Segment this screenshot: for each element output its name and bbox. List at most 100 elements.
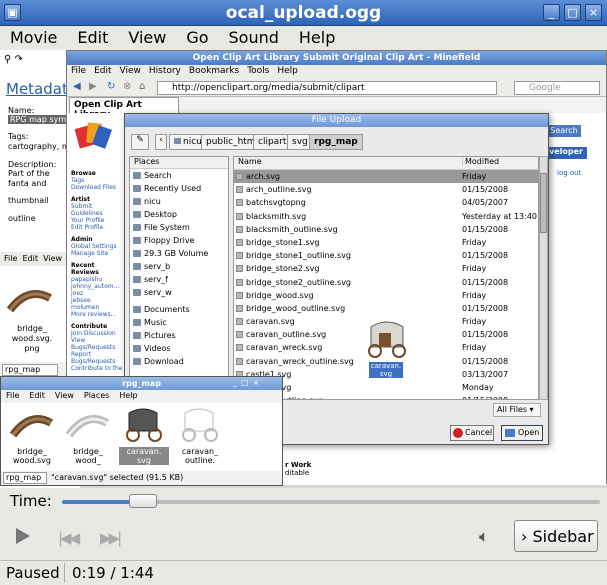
- browser-menu-history[interactable]: History: [145, 65, 185, 77]
- browser-menu-view[interactable]: View: [116, 65, 145, 77]
- menu-edit[interactable]: Edit: [67, 26, 118, 47]
- menu-go[interactable]: Go: [176, 26, 218, 47]
- close-button[interactable]: ×: [585, 4, 602, 21]
- nav-link[interactable]: Contribute to the: [71, 365, 123, 372]
- reload-icon[interactable]: ↻: [107, 81, 115, 92]
- back-arrow-icon[interactable]: ◀: [73, 81, 81, 92]
- file-row[interactable]: blacksmith_outline.svg 01/15/2008: [234, 223, 538, 236]
- nav-link[interactable]: Submit: [71, 203, 123, 210]
- play-icon[interactable]: [16, 528, 30, 544]
- browser-tab[interactable]: Open Clip Art Library ...: [69, 97, 179, 120]
- volume-icon[interactable]: 🔈︎: [479, 527, 489, 547]
- place-item[interactable]: Videos: [130, 342, 228, 355]
- nav-link[interactable]: Download Files: [71, 184, 123, 191]
- nav-link[interactable]: Edit Profile: [71, 224, 123, 231]
- file-row[interactable]: bridge_stone1.svg Friday: [234, 236, 538, 249]
- menu-sound[interactable]: Sound: [219, 26, 289, 47]
- stop-icon[interactable]: ⊗: [123, 81, 131, 92]
- browser-menu-help[interactable]: Help: [273, 65, 302, 77]
- nav-link[interactable]: Your Profile: [71, 217, 123, 224]
- file-icon-caravan-outline[interactable]: caravan_ outline.: [175, 407, 225, 465]
- crumb-clipart[interactable]: clipart: [253, 134, 292, 150]
- nav-link[interactable]: View Bugs/Requests: [71, 337, 123, 351]
- nav-link[interactable]: johnny_autom...: [71, 283, 123, 290]
- fm-menu-help[interactable]: Help: [114, 390, 142, 401]
- file-row[interactable]: batchsvgtopng 04/05/2007: [234, 196, 538, 209]
- bridge-thumbnail-icon[interactable]: [6, 280, 54, 320]
- nav-link[interactable]: Join Discussion: [71, 330, 123, 337]
- window-controls-icon[interactable]: _□×: [233, 378, 263, 387]
- file-row[interactable]: bridge_stone2.svg Friday: [234, 262, 538, 275]
- crumb-left-arrow-icon[interactable]: ‹: [155, 134, 167, 150]
- menu-view[interactable]: View: [118, 26, 176, 47]
- home-icon[interactable]: ⌂: [139, 81, 145, 92]
- sidebar-toggle-button[interactable]: › Sidebar: [514, 520, 598, 552]
- place-item[interactable]: Documents: [130, 303, 228, 316]
- bridge-thumbnail-label[interactable]: bridge_ wood.svg. png: [4, 324, 60, 354]
- file-row[interactable]: bridge_stone2_outline.svg 01/15/2008: [234, 276, 538, 289]
- nav-link[interactable]: Report Bugs/Requests: [71, 351, 123, 365]
- crumb-rpg-map[interactable]: rpg_map: [309, 134, 363, 150]
- place-item[interactable]: serv_f: [130, 273, 228, 286]
- nav-link[interactable]: Manage Site: [71, 250, 123, 257]
- place-item[interactable]: Download: [130, 355, 228, 368]
- place-item[interactable]: 29.3 GB Volume: [130, 247, 228, 260]
- fm-menu-edit[interactable]: Edit: [24, 390, 50, 401]
- cancel-button[interactable]: Cancel: [450, 425, 494, 441]
- name-field[interactable]: RPG map symbo: [8, 115, 68, 124]
- file-row[interactable]: arch_outline.svg 01/15/2008: [234, 183, 538, 196]
- nav-link[interactable]: papapishu: [71, 276, 123, 283]
- fm-menu-file[interactable]: File: [1, 390, 24, 401]
- nav-link[interactable]: molumen: [71, 304, 123, 311]
- file-filter-select[interactable]: All Files ▾: [493, 403, 541, 417]
- browser-menu-edit[interactable]: Edit: [90, 65, 115, 77]
- browser-menu-bookmarks[interactable]: Bookmarks: [185, 65, 243, 77]
- nav-link[interactable]: Tags: [71, 177, 123, 184]
- place-item[interactable]: Music: [130, 316, 228, 329]
- scrollbar-thumb[interactable]: [540, 173, 547, 233]
- place-item[interactable]: Floppy Drive: [130, 234, 228, 247]
- file-icon-bridge[interactable]: bridge_ wood.svg: [7, 407, 57, 465]
- place-item[interactable]: Desktop: [130, 208, 228, 221]
- browser-search-input[interactable]: Google: [514, 81, 600, 95]
- seek-slider-handle[interactable]: [128, 494, 157, 508]
- place-item[interactable]: Search: [130, 169, 228, 182]
- previous-icon[interactable]: |◀◀: [58, 529, 80, 547]
- nav-link[interactable]: Global Settings: [71, 243, 123, 250]
- fm-menu-places[interactable]: Places: [79, 390, 114, 401]
- column-modified[interactable]: Modified: [462, 157, 499, 166]
- place-item[interactable]: Recently Used: [130, 182, 228, 195]
- place-item[interactable]: File System: [130, 221, 228, 234]
- place-item[interactable]: Pictures: [130, 329, 228, 342]
- nav-link[interactable]: More reviews...: [71, 311, 123, 318]
- file-row[interactable]: bridge_wood_outline.svg 01/15/2008: [234, 302, 538, 315]
- maximize-button[interactable]: □: [564, 4, 581, 21]
- file-row[interactable]: bridge_wood.svg Friday: [234, 289, 538, 302]
- menu-help[interactable]: Help: [289, 26, 345, 47]
- nav-link[interactable]: joez: [71, 290, 123, 297]
- place-item[interactable]: serv_w: [130, 286, 228, 299]
- next-icon[interactable]: ▶▶|: [100, 529, 122, 547]
- file-icon-bridge-outline[interactable]: bridge_ wood_: [63, 407, 113, 465]
- place-item[interactable]: serv_b: [130, 260, 228, 273]
- file-row[interactable]: blacksmith.svg Yesterday at 13:40: [234, 210, 538, 223]
- fm-menu-view[interactable]: View: [50, 390, 79, 401]
- nav-link[interactable]: Guidelines: [71, 210, 123, 217]
- browser-menu-tools[interactable]: Tools: [243, 65, 273, 77]
- place-item[interactable]: nicu: [130, 195, 228, 208]
- column-name[interactable]: Name: [238, 157, 262, 166]
- drag-caravan-icon[interactable]: caravan. svg: [365, 319, 415, 381]
- open-button[interactable]: Open: [501, 425, 543, 441]
- nav-link[interactable]: jebsee: [71, 297, 123, 304]
- site-search-button[interactable]: Search: [547, 125, 581, 137]
- url-bar[interactable]: http://openclipart.org/media/submit/clip…: [157, 81, 497, 95]
- browser-menu-file[interactable]: File: [67, 65, 90, 77]
- back-location-combo[interactable]: rpg_map: [2, 364, 58, 376]
- file-list-scrollbar[interactable]: [539, 156, 548, 400]
- file-row[interactable]: bridge_stone1_outline.svg 01/15/2008: [234, 249, 538, 262]
- edit-path-icon[interactable]: ✎: [131, 134, 149, 150]
- forward-arrow-icon[interactable]: ▶: [89, 81, 97, 92]
- minimize-button[interactable]: _: [543, 4, 560, 21]
- file-icon-caravan[interactable]: caravan. svg: [119, 407, 169, 465]
- file-row[interactable]: arch.svg Friday: [234, 170, 538, 184]
